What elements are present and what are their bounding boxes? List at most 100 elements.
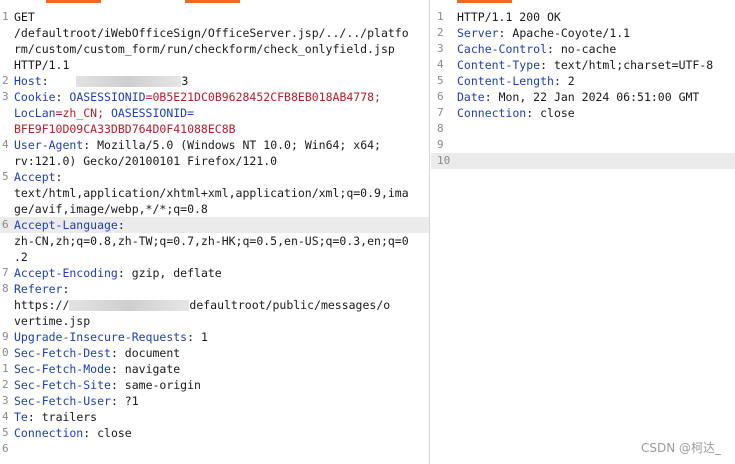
line-number: 0	[0, 297, 14, 313]
response-line[interactable]: 3 Cache-Control: no-cache	[431, 41, 735, 57]
host-value-tail: 3	[181, 74, 189, 88]
header-value: 1	[200, 330, 208, 344]
response-line[interactable]: 9	[431, 137, 735, 153]
request-line[interactable]: 3 Cookie: OASESSIONID=0B5E21DC0B9628452CF…	[0, 89, 429, 105]
line-number: 0	[0, 41, 14, 57]
line-number: 0	[0, 249, 14, 265]
line-number: 0	[0, 313, 14, 329]
header-value: text/html;charset=UTF-8	[553, 58, 714, 72]
response-pane[interactable]: 1 HTTP/1.1 200 OK 2 Server: Apache-Coyote/1…	[431, 0, 735, 464]
request-line[interactable]: 1 GET	[0, 9, 429, 25]
header-separator: :	[27, 410, 42, 424]
header-value: 2	[567, 74, 575, 88]
request-line[interactable]: 6 Accept-Language:	[0, 217, 429, 233]
line-text: Accept-Encoding: gzip, deflate	[14, 265, 429, 281]
request-line[interactable]: 3 Sec-Fetch-User: ?1	[0, 393, 429, 409]
request-line[interactable]: 0https:// defaultroot/public/messages/o	[0, 297, 429, 313]
request-line-text: HTTP/1.1	[14, 58, 70, 72]
request-line[interactable]: 5 Accept:	[0, 169, 429, 185]
cookie-name: OASESSIONID=	[104, 106, 195, 120]
line-number: 9	[2, 330, 9, 343]
response-line[interactable]: 7 Connection: close	[431, 105, 735, 121]
response-line[interactable]: 6 Date: Mon, 22 Jan 2024 06:51:00 GMT	[431, 89, 735, 105]
header-separator: :	[62, 282, 70, 296]
request-line[interactable]: 0zh-CN,zh;q=0.8,zh-TW;q=0.7,zh-HK;q=0.5,…	[0, 233, 429, 249]
line-number: 0	[0, 57, 14, 73]
line-text: Server: Apache-Coyote/1.1	[451, 25, 735, 41]
request-line[interactable]: 0vertime.jsp	[0, 313, 429, 329]
header-separator: :	[83, 138, 98, 152]
request-line[interactable]: 1 Sec-Fetch-Mode: navigate	[0, 361, 429, 377]
response-editor[interactable]: 1 HTTP/1.1 200 OK 2 Server: Apache-Coyote/1…	[431, 9, 735, 169]
line-number: 0	[0, 201, 14, 217]
response-line[interactable]: 5 Content-Length: 2	[431, 73, 735, 89]
header-name: Connection	[14, 426, 84, 440]
header-separator: :	[110, 362, 125, 376]
header-value: vertime.jsp	[14, 314, 91, 328]
request-line[interactable]: 0LocLan=zh_CN; OASESSIONID=	[0, 105, 429, 121]
request-pane[interactable]: 1GET0/defaultroot/iWebOfficeSign/OfficeS…	[0, 0, 429, 464]
request-line[interactable]: 7 Accept-Encoding: gzip, deflate	[0, 265, 429, 281]
header-value: ?1	[124, 394, 139, 408]
line-text	[14, 441, 429, 457]
request-line[interactable]: 0ge/avif,image/webp,*/*;q=0.8	[0, 201, 429, 217]
line-text: zh-CN,zh;q=0.8,zh-TW;q=0.7,zh-HK;q=0.5,e…	[14, 233, 429, 249]
line-number: 6	[2, 442, 9, 455]
header-value: HTTP/1.1 200 OK	[457, 10, 561, 24]
request-line[interactable]: 0/defaultroot/iWebOfficeSign/OfficeServe…	[0, 25, 429, 41]
response-line[interactable]: 10	[431, 153, 735, 169]
response-line[interactable]: 8	[431, 121, 735, 137]
line-text: Te: trailers	[14, 409, 429, 425]
cookie-name: OASESSIONID	[69, 90, 146, 104]
request-line[interactable]: 4 Te: trailers	[0, 409, 429, 425]
header-name: Te	[14, 410, 28, 424]
request-line[interactable]: 0HTTP/1.1	[0, 57, 429, 73]
line-number: 4	[2, 138, 9, 151]
cookie-value: =zh_CN;	[55, 106, 105, 120]
header-separator: :	[55, 90, 70, 104]
header-separator: :	[187, 330, 201, 344]
request-line[interactable]: 0 Sec-Fetch-Dest: document	[0, 345, 429, 361]
response-line[interactable]: 4 Content-Type: text/html;charset=UTF-8	[431, 57, 735, 73]
request-line-text: rm/custom/custom_form/run/checkform/chec…	[14, 42, 395, 56]
header-value: no-cache	[560, 42, 617, 56]
response-tab-indicator	[457, 0, 512, 3]
line-text: Accept-Language:	[14, 217, 429, 233]
request-line[interactable]: 6	[0, 441, 429, 457]
header-name: Cache-Control	[457, 42, 548, 56]
request-line[interactable]: 0text/html,application/xhtml+xml,applica…	[0, 185, 429, 201]
request-line[interactable]: 2 Host: 3	[0, 73, 429, 89]
header-separator: :	[117, 218, 125, 232]
header-separator: :	[484, 90, 499, 104]
request-line[interactable]: 4 User-Agent: Mozilla/5.0 (Windows NT 10.…	[0, 137, 429, 153]
line-number: 0	[0, 121, 14, 137]
request-line[interactable]: 8 Referer:	[0, 281, 429, 297]
header-name: Sec-Fetch-User	[14, 394, 111, 408]
line-number: 3	[437, 42, 444, 55]
response-line[interactable]: 1 HTTP/1.1 200 OK	[431, 9, 735, 25]
line-number: 0	[0, 153, 14, 169]
request-line[interactable]: 5 Connection: close	[0, 425, 429, 441]
response-line[interactable]: 2 Server: Apache-Coyote/1.1	[431, 25, 735, 41]
header-name: Referer	[14, 282, 63, 296]
line-number: 2	[2, 74, 9, 87]
line-text: Connection: close	[14, 425, 429, 441]
request-line-text: GET	[14, 10, 35, 24]
line-text: Cache-Control: no-cache	[451, 41, 735, 57]
request-line[interactable]: 0BFE9F10D09CA33DBD764D0F41088EC8B	[0, 121, 429, 137]
line-number: 9	[437, 138, 444, 151]
line-text: Sec-Fetch-Dest: document	[14, 345, 429, 361]
line-text: HTTP/1.1	[14, 57, 429, 73]
pane-divider[interactable]	[429, 0, 430, 464]
request-line[interactable]: 0rv:121.0) Gecko/20100101 Firefox/121.0	[0, 153, 429, 169]
request-editor[interactable]: 1GET0/defaultroot/iWebOfficeSign/OfficeS…	[0, 9, 429, 457]
request-line[interactable]: 0rm/custom/custom_form/run/checkform/che…	[0, 41, 429, 57]
header-value: rv:121.0) Gecko/20100101 Firefox/121.0	[14, 154, 278, 168]
line-text: Sec-Fetch-User: ?1	[14, 393, 429, 409]
line-text: /defaultroot/iWebOfficeSign/OfficeServer…	[14, 25, 429, 41]
request-line[interactable]: 2 Sec-Fetch-Site: same-origin	[0, 377, 429, 393]
line-number: 2	[2, 378, 9, 391]
request-line[interactable]: 0.2	[0, 249, 429, 265]
request-line[interactable]: 9 Upgrade-Insecure-Requests: 1	[0, 329, 429, 345]
header-name: Upgrade-Insecure-Requests	[14, 330, 188, 344]
